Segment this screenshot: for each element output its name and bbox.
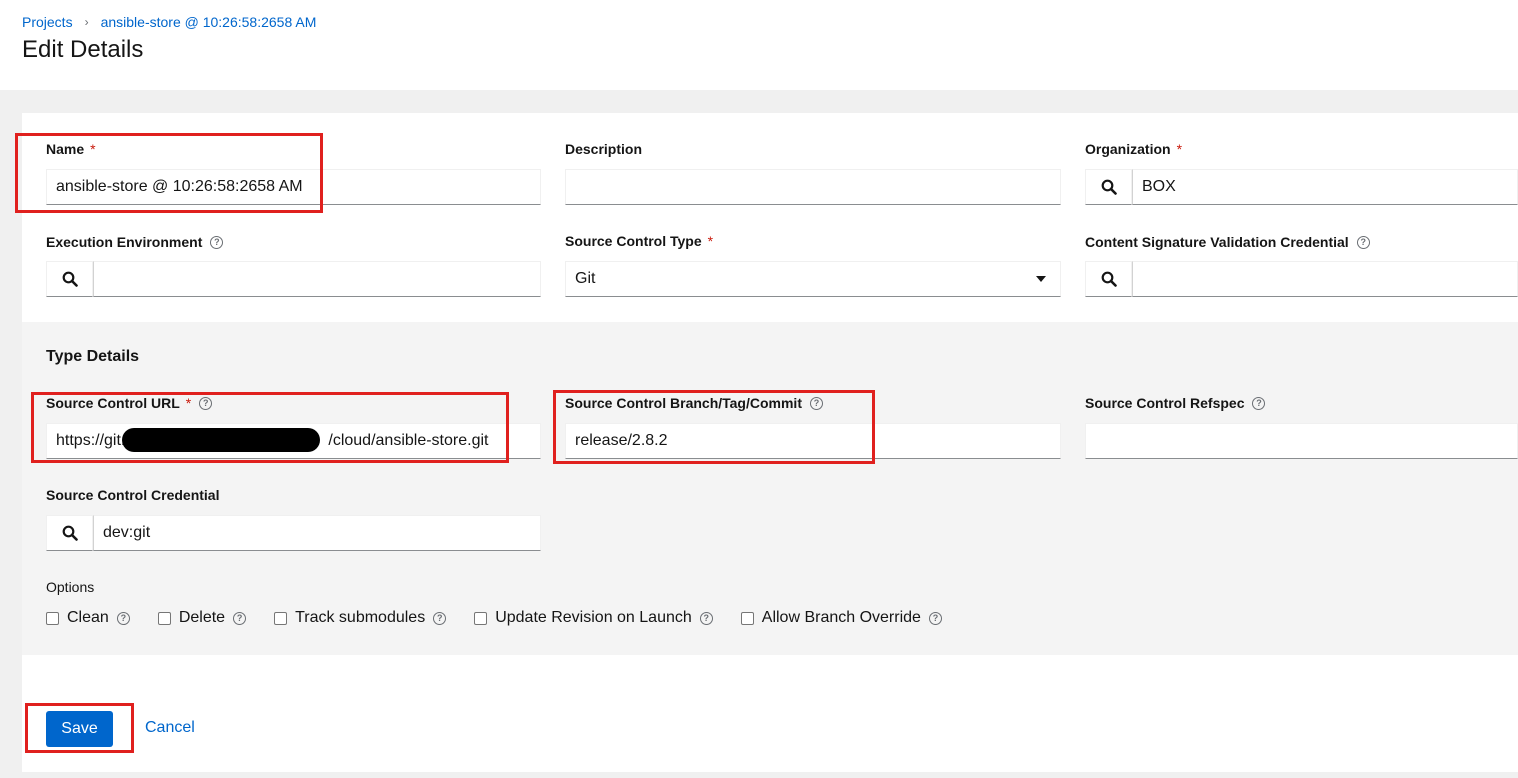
execution-environment-input[interactable] bbox=[93, 261, 541, 297]
clean-checkbox[interactable] bbox=[46, 611, 59, 625]
branch-label: Source Control Branch/Tag/Commit? bbox=[565, 395, 823, 411]
required-indicator: * bbox=[185, 395, 192, 411]
option-label: Delete bbox=[178, 609, 226, 626]
type-details-title: Type Details bbox=[46, 348, 140, 365]
name-input[interactable]: ansible-store @ 10:26:58:2658 AM bbox=[46, 169, 541, 205]
execution-environment-lookup bbox=[46, 261, 541, 297]
help-icon[interactable]: ? bbox=[809, 396, 823, 410]
organization-lookup: BOX bbox=[1085, 169, 1518, 205]
help-icon[interactable]: ? bbox=[1252, 396, 1266, 410]
option-update-revision[interactable]: Update Revision on Launch ? bbox=[474, 609, 713, 627]
source-control-credential-lookup: dev:git bbox=[46, 515, 541, 551]
content-signature-input[interactable] bbox=[1132, 261, 1518, 297]
breadcrumb: Projects › ansible-store @ 10:26:58:2658… bbox=[22, 14, 316, 30]
credential-search-button[interactable] bbox=[46, 515, 93, 551]
option-track-submodules[interactable]: Track submodules ? bbox=[274, 609, 447, 627]
organization-input[interactable]: BOX bbox=[1132, 169, 1518, 205]
branch-input[interactable]: release/2.8.2 bbox=[565, 423, 1061, 459]
redaction-mark bbox=[122, 428, 320, 452]
options-group: Clean ? Delete ? Track submodules ? Upda… bbox=[46, 609, 970, 627]
option-allow-branch-override[interactable]: Allow Branch Override ? bbox=[740, 609, 942, 627]
page-title: Edit Details bbox=[22, 36, 144, 63]
description-label: Description bbox=[565, 141, 643, 157]
option-label: Allow Branch Override bbox=[761, 609, 921, 626]
required-indicator: * bbox=[707, 233, 714, 249]
save-button[interactable]: Save bbox=[46, 711, 113, 747]
source-control-url-suffix: /cloud/ansible-store.git bbox=[328, 432, 489, 449]
source-control-url-label: Source Control URL *? bbox=[46, 395, 213, 411]
source-control-credential-input[interactable]: dev:git bbox=[93, 515, 541, 551]
content-signature-lookup bbox=[1085, 261, 1518, 297]
refspec-label: Source Control Refspec? bbox=[1085, 395, 1266, 411]
description-input[interactable] bbox=[565, 169, 1061, 205]
help-icon[interactable]: ? bbox=[1356, 235, 1370, 249]
search-icon bbox=[1101, 271, 1117, 287]
option-label: Track submodules bbox=[295, 609, 426, 626]
breadcrumb-current-project-link[interactable]: ansible-store @ 10:26:58:2658 AM bbox=[101, 14, 317, 30]
help-icon[interactable]: ? bbox=[210, 235, 224, 249]
help-icon[interactable]: ? bbox=[433, 611, 447, 625]
help-icon[interactable]: ? bbox=[116, 611, 130, 625]
execution-environment-search-button[interactable] bbox=[46, 261, 93, 297]
caret-down-icon bbox=[1036, 276, 1046, 282]
required-indicator: * bbox=[1176, 141, 1183, 157]
source-control-url-prefix: https://git. bbox=[56, 432, 126, 449]
source-control-credential-label: Source Control Credential bbox=[46, 487, 220, 503]
option-delete[interactable]: Delete ? bbox=[157, 609, 247, 627]
option-label: Update Revision on Launch bbox=[495, 609, 692, 626]
execution-environment-label: Execution Environment? bbox=[46, 234, 224, 250]
search-icon bbox=[62, 271, 78, 287]
cancel-button[interactable]: Cancel bbox=[145, 719, 195, 737]
update-revision-checkbox[interactable] bbox=[474, 611, 488, 625]
option-label: Clean bbox=[67, 609, 109, 626]
search-icon bbox=[62, 525, 78, 541]
source-control-type-select[interactable]: Git bbox=[565, 261, 1061, 297]
track-submodules-checkbox[interactable] bbox=[274, 611, 288, 625]
options-label: Options bbox=[46, 579, 95, 595]
help-icon[interactable]: ? bbox=[928, 611, 942, 625]
page-header: Projects › ansible-store @ 10:26:58:2658… bbox=[0, 0, 1518, 90]
source-control-type-value: Git bbox=[575, 270, 596, 287]
option-clean[interactable]: Clean ? bbox=[46, 609, 130, 627]
required-indicator: * bbox=[90, 141, 96, 157]
allow-branch-override-checkbox[interactable] bbox=[740, 611, 754, 625]
chevron-right-icon: › bbox=[84, 15, 89, 29]
organization-search-button[interactable] bbox=[1085, 169, 1132, 205]
help-icon[interactable]: ? bbox=[233, 611, 247, 625]
organization-label: Organization * bbox=[1085, 141, 1183, 157]
type-details-section bbox=[22, 322, 1518, 655]
refspec-input[interactable] bbox=[1085, 423, 1518, 459]
breadcrumb-projects-link[interactable]: Projects bbox=[22, 14, 73, 30]
help-icon[interactable]: ? bbox=[699, 611, 713, 625]
content-signature-label: Content Signature Validation Credential? bbox=[1085, 234, 1370, 250]
search-icon bbox=[1101, 179, 1117, 195]
delete-checkbox[interactable] bbox=[157, 611, 171, 625]
name-label: Name * bbox=[46, 141, 96, 157]
help-icon[interactable]: ? bbox=[199, 396, 213, 410]
source-control-type-label: Source Control Type * bbox=[565, 233, 714, 249]
content-signature-search-button[interactable] bbox=[1085, 261, 1132, 297]
